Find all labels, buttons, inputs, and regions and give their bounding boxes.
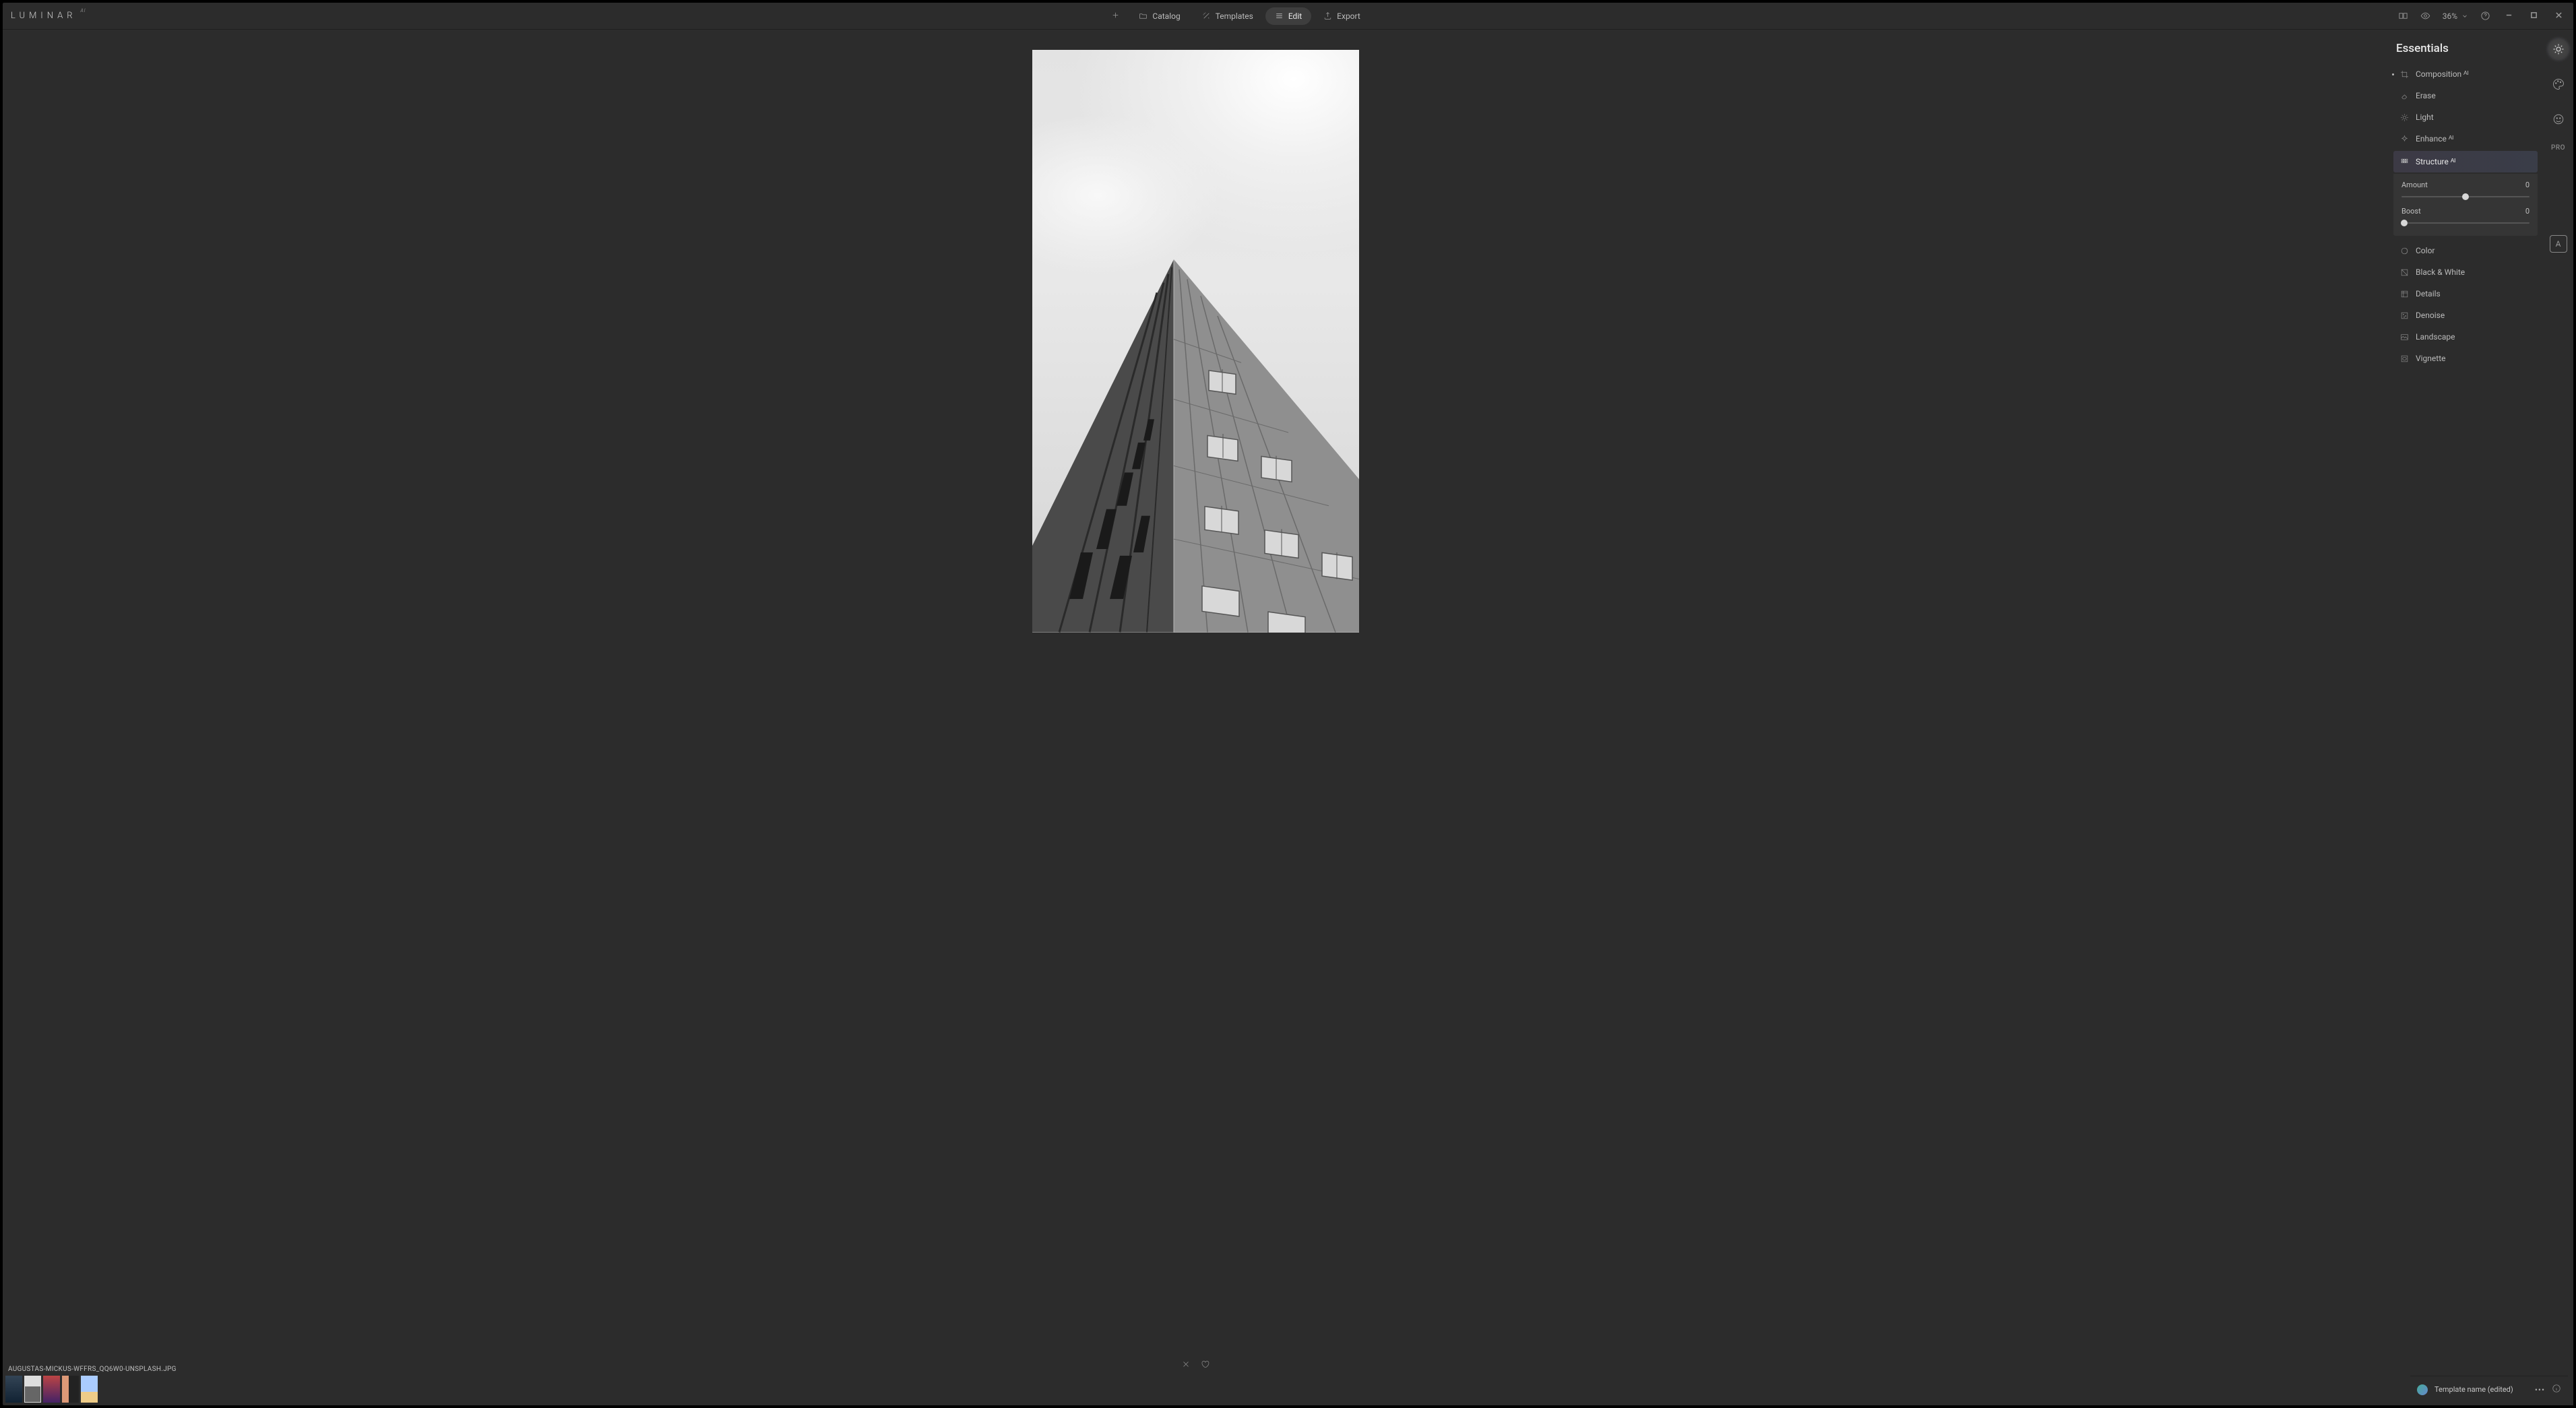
thumb-5[interactable]: [81, 1376, 98, 1403]
rail-mask[interactable]: A: [2550, 235, 2567, 253]
panel-title: Essentials: [2393, 42, 2538, 63]
zoom-dropdown[interactable]: 36%: [2443, 11, 2468, 21]
tool-composition[interactable]: Composition ᴬᴵ: [2393, 63, 2538, 85]
maximize-button[interactable]: [2527, 9, 2540, 24]
favorite-button[interactable]: [1200, 1359, 1210, 1372]
amount-value: 0: [2525, 181, 2530, 189]
details-icon: [2400, 290, 2409, 298]
tool-light[interactable]: Light: [2393, 106, 2538, 128]
preview-icon[interactable]: [2420, 11, 2430, 21]
bw-icon: [2400, 268, 2409, 277]
amount-label: Amount: [2401, 181, 2428, 189]
reject-button[interactable]: [1181, 1359, 1191, 1372]
rail-portrait[interactable]: [2548, 109, 2569, 129]
tool-structure[interactable]: Structure ᴬᴵ: [2393, 151, 2538, 172]
tool-enhance[interactable]: Enhance ᴬᴵ: [2393, 128, 2538, 150]
tool-denoise[interactable]: Denoise: [2393, 305, 2538, 326]
nav-templates[interactable]: Templates: [1193, 7, 1263, 25]
tool-details[interactable]: Details: [2393, 283, 2538, 305]
structure-body: Amount 0 Boost 0: [2393, 174, 2538, 236]
help-icon[interactable]: [2480, 11, 2490, 21]
canvas-area[interactable]: [3, 30, 2388, 1405]
tool-vignette[interactable]: Vignette: [2393, 348, 2538, 369]
template-info[interactable]: [2552, 1383, 2561, 1396]
nav-export[interactable]: Export: [1314, 7, 1370, 25]
rail-essentials[interactable]: [2548, 39, 2569, 59]
tool-bw[interactable]: Black & White: [2393, 261, 2538, 283]
erase-icon: [2400, 92, 2409, 100]
wand-icon: [1202, 11, 1211, 20]
color-icon: [2400, 247, 2409, 255]
thumb-1[interactable]: [5, 1376, 22, 1403]
nav-catalog[interactable]: Catalog: [1129, 7, 1189, 25]
close-button[interactable]: [2552, 9, 2565, 24]
denoise-icon: [2400, 311, 2409, 320]
folder-icon: [1139, 11, 1148, 20]
tool-landscape[interactable]: Landscape: [2393, 326, 2538, 348]
thumb-3[interactable]: [43, 1376, 60, 1403]
structure-icon: [2400, 158, 2409, 166]
nav-edit[interactable]: Edit: [1265, 7, 1311, 25]
filename: AUGUSTAS-MICKUS-WFFRS_QQ6W0-UNSPLASH.JPG: [5, 1366, 177, 1376]
minimize-button[interactable]: [2503, 9, 2515, 24]
boost-slider[interactable]: [2401, 220, 2530, 226]
export-icon: [1323, 11, 1332, 20]
app-logo: LUMINARAI: [11, 11, 77, 21]
add-button[interactable]: [1104, 5, 1127, 26]
chevron-down-icon: [2461, 13, 2468, 20]
thumb-4[interactable]: [62, 1376, 79, 1403]
template-name: Template name (edited): [2434, 1385, 2528, 1394]
rail-pro[interactable]: PRO: [2551, 144, 2565, 152]
rail-creative[interactable]: [2548, 74, 2569, 94]
sparkle-icon: [2400, 135, 2409, 143]
template-icon: [2417, 1384, 2428, 1395]
landscape-icon: [2400, 333, 2409, 342]
vignette-icon: [2400, 354, 2409, 363]
tool-erase[interactable]: Erase: [2393, 85, 2538, 106]
photo-preview: [1032, 50, 1359, 633]
thumb-2[interactable]: [24, 1376, 41, 1403]
tool-color[interactable]: Color: [2393, 240, 2538, 261]
template-more[interactable]: •••: [2535, 1385, 2545, 1395]
boost-label: Boost: [2401, 207, 2421, 216]
sun-icon: [2400, 113, 2409, 122]
boost-value: 0: [2525, 207, 2530, 216]
compare-icon[interactable]: [2398, 11, 2408, 21]
amount-slider[interactable]: [2401, 193, 2530, 200]
crop-icon: [2400, 70, 2409, 79]
sliders-icon: [1275, 11, 1284, 20]
